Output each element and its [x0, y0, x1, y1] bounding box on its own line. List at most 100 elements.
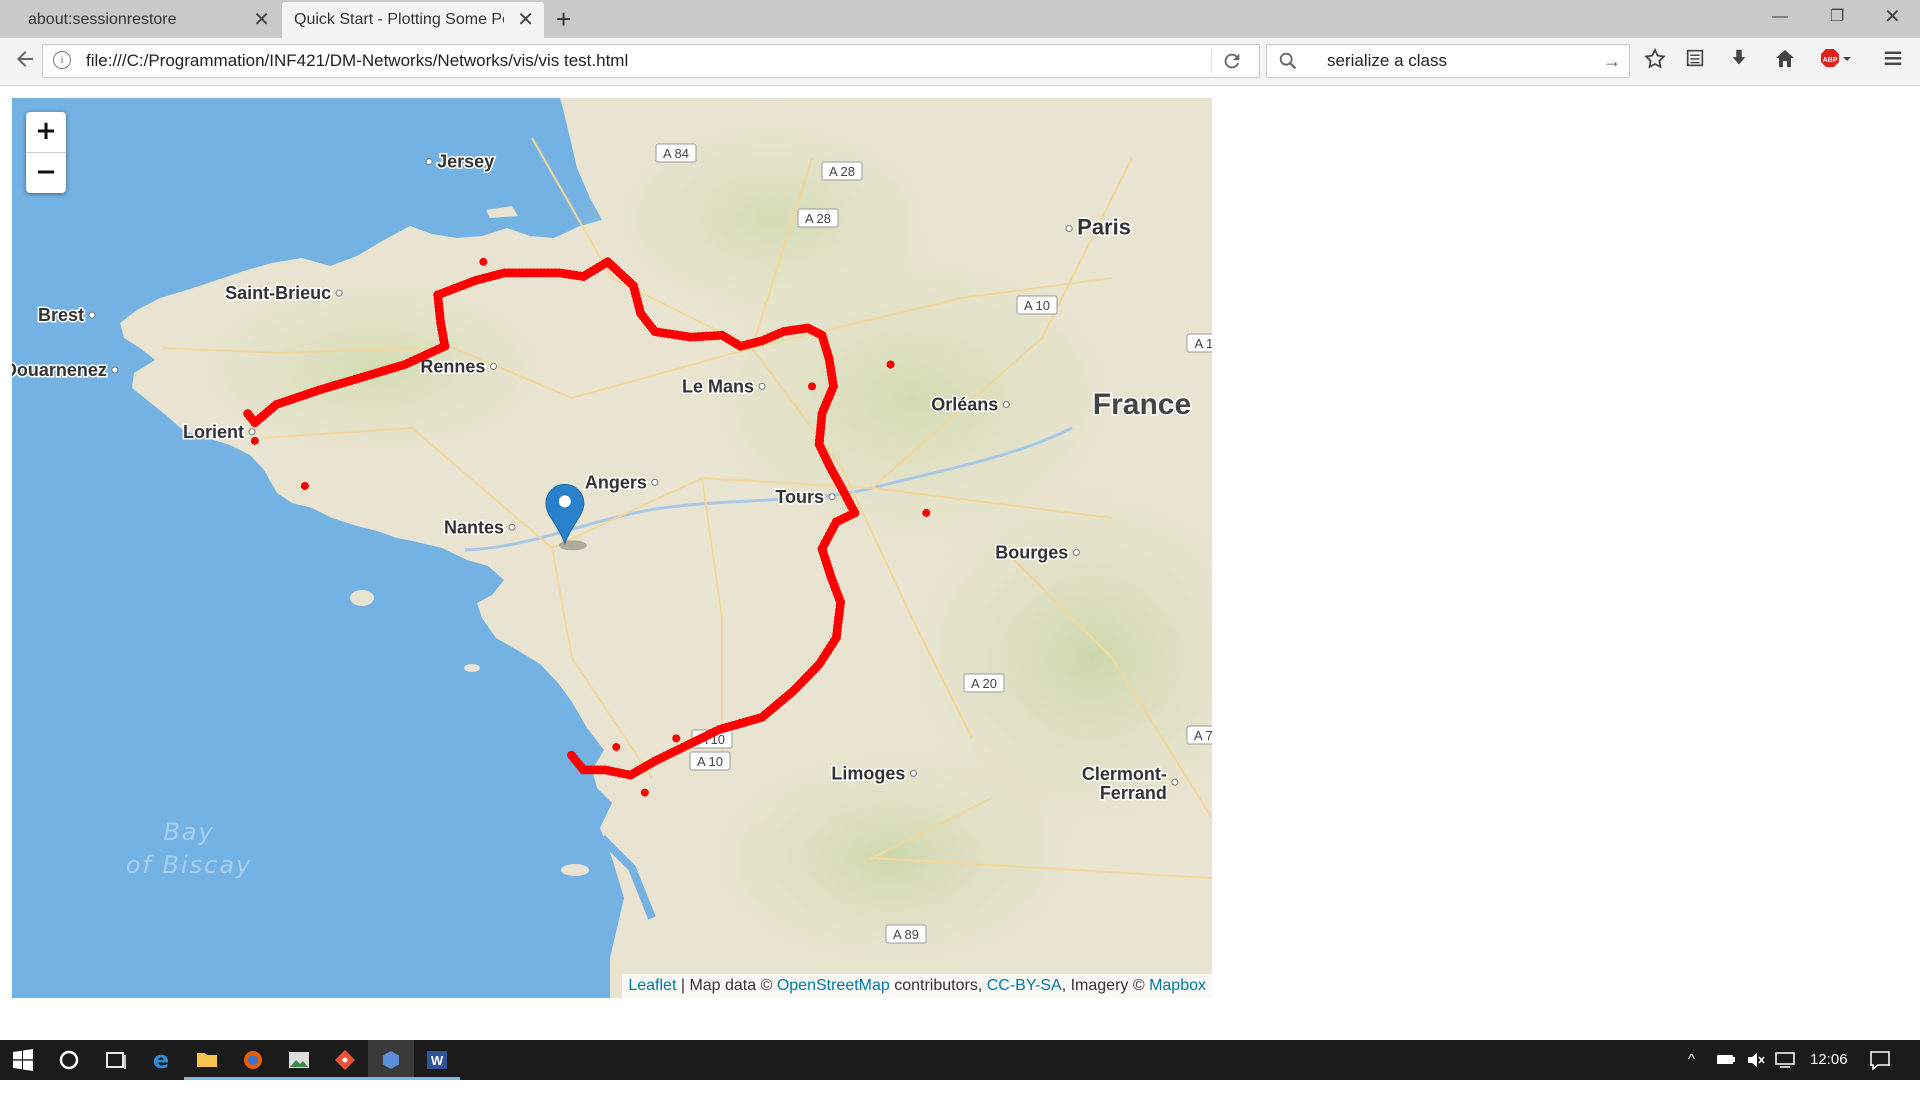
close-tab-icon[interactable]: ✕	[253, 2, 270, 38]
city-dot	[909, 769, 917, 777]
attribution-text: , Imagery ©	[1061, 977, 1150, 994]
map-attribution: Leaflet | Map data © OpenStreetMap contr…	[622, 974, 1212, 998]
tab-quick-start[interactable]: Quick Start - Plotting Some Po... ✕	[282, 2, 544, 38]
city-label: Clermont-	[1082, 764, 1167, 784]
zoom-in-button[interactable]: +	[26, 112, 66, 153]
zoom-control: + −	[26, 112, 66, 193]
download-icon[interactable]	[1724, 47, 1754, 77]
tab-title: about:sessionrestore	[28, 11, 177, 28]
route-point	[640, 788, 649, 797]
firefox-icon[interactable]	[230, 1040, 276, 1080]
svg-text:A 89: A 89	[893, 927, 919, 942]
road-shield: A 11	[1186, 333, 1212, 353]
zoom-out-button[interactable]: −	[26, 153, 66, 193]
adblock-icon[interactable]: ABP	[1816, 47, 1856, 77]
city-label: Ferrand	[1100, 783, 1167, 803]
country-label: France	[1093, 388, 1191, 421]
menu-icon[interactable]	[1878, 47, 1908, 77]
svg-text:A 10: A 10	[1024, 298, 1050, 313]
chevron-up-icon[interactable]: ^	[1688, 1040, 1695, 1080]
city-label: Tours	[775, 487, 824, 507]
home-icon[interactable]	[1770, 47, 1800, 77]
city-label: Lorient	[183, 422, 244, 442]
city-dot	[508, 523, 516, 531]
road-shield: A 20	[963, 673, 1005, 693]
road-shield: A 10	[689, 751, 731, 771]
battery-icon[interactable]	[1716, 1040, 1736, 1096]
network-icon[interactable]	[1774, 1040, 1796, 1096]
svg-text:e: e	[153, 1046, 169, 1074]
attribution-text: contributors,	[889, 977, 987, 994]
url-bar[interactable]: i file:///C:/Programmation/INF421/DM-Net…	[42, 44, 1260, 78]
git-icon[interactable]	[322, 1040, 368, 1080]
island	[350, 590, 374, 606]
route-point	[300, 481, 309, 490]
route-point	[922, 508, 931, 517]
url-text[interactable]: file:///C:/Programmation/INF421/DM-Netwo…	[86, 45, 628, 77]
openstreetmap-link[interactable]: OpenStreetMap	[777, 977, 890, 994]
city-label: Orléans	[931, 395, 998, 415]
leaflet-link[interactable]: Leaflet	[628, 977, 676, 994]
svg-text:A 11: A 11	[1194, 336, 1212, 351]
new-tab-button[interactable]: +	[556, 4, 571, 34]
svg-text:A 20: A 20	[971, 676, 997, 691]
search-input[interactable]: serialize a class	[1327, 45, 1447, 77]
close-tab-icon[interactable]: ✕	[517, 2, 534, 38]
city-label: Paris	[1077, 215, 1131, 240]
city-label: Douarnenez	[12, 360, 107, 380]
cc-by-sa-link[interactable]: CC-BY-SA	[987, 977, 1062, 994]
action-center-icon[interactable]	[1868, 1040, 1892, 1096]
volume-muted-icon[interactable]	[1746, 1040, 1766, 1096]
city-dot	[1072, 548, 1080, 556]
city-label: Nantes	[444, 517, 504, 537]
vegetation-shading	[152, 258, 592, 478]
city-label: Saint-Brieuc	[225, 283, 331, 303]
go-arrow-icon[interactable]: →	[1603, 45, 1621, 77]
reading-list-icon[interactable]	[1680, 47, 1710, 77]
restore-icon[interactable]: ❐	[1830, 4, 1844, 30]
search-bar[interactable]: serialize a class →	[1266, 44, 1630, 78]
app-cube-icon[interactable]	[368, 1040, 414, 1080]
tab-title: Quick Start - Plotting Some Po...	[294, 11, 504, 28]
city-dot	[425, 158, 433, 166]
windows-taskbar: e W ^ 12:06	[0, 1040, 1920, 1080]
city-dot	[1065, 225, 1073, 233]
windows-start-icon[interactable]	[0, 1040, 46, 1080]
tab-session-restore[interactable]: about:sessionrestore ✕	[0, 2, 280, 38]
task-view-icon[interactable]	[92, 1040, 138, 1080]
clock-time[interactable]: 12:06	[1810, 1040, 1848, 1080]
bookmark-star-icon[interactable]	[1640, 47, 1670, 77]
city-label: Jersey	[437, 152, 494, 172]
city-dot	[111, 366, 119, 374]
city-label: Limoges	[831, 763, 905, 783]
city-label: Brest	[38, 305, 84, 325]
sea-label: of Biscay	[126, 851, 253, 879]
photos-icon[interactable]	[276, 1040, 322, 1080]
word-icon[interactable]: W	[414, 1040, 460, 1080]
svg-text:A 10: A 10	[697, 754, 723, 769]
map-canvas[interactable]: Jersey Paris Saint-Brieuc Brest Douarnenez Re…	[12, 98, 1212, 998]
leaflet-map[interactable]: Jersey Paris Saint-Brieuc Brest Douarnenez Re…	[12, 98, 1212, 998]
road-shield: A 89	[885, 924, 927, 944]
info-icon[interactable]: i	[53, 51, 71, 69]
route-point	[612, 743, 621, 752]
city-label: Rennes	[420, 356, 485, 376]
road-shield: A 28	[797, 208, 839, 228]
mapbox-link[interactable]: Mapbox	[1149, 977, 1206, 994]
minimize-icon[interactable]: —	[1772, 4, 1788, 30]
city-dot	[1171, 778, 1179, 786]
city-dot	[651, 478, 659, 486]
city-dot	[248, 428, 256, 436]
back-arrow-icon[interactable]	[10, 47, 40, 77]
city-dot	[1002, 401, 1010, 409]
route-point	[672, 734, 681, 743]
edge-icon[interactable]: e	[138, 1040, 184, 1080]
city-dot	[758, 382, 766, 390]
close-window-icon[interactable]: ✕	[1884, 4, 1901, 30]
reload-icon[interactable]	[1221, 45, 1243, 82]
road-shield: A 71	[1186, 725, 1212, 745]
file-explorer-icon[interactable]	[184, 1040, 230, 1080]
sea-label: Bay	[163, 818, 214, 846]
route-point	[479, 257, 488, 266]
cortana-icon[interactable]	[46, 1040, 92, 1080]
